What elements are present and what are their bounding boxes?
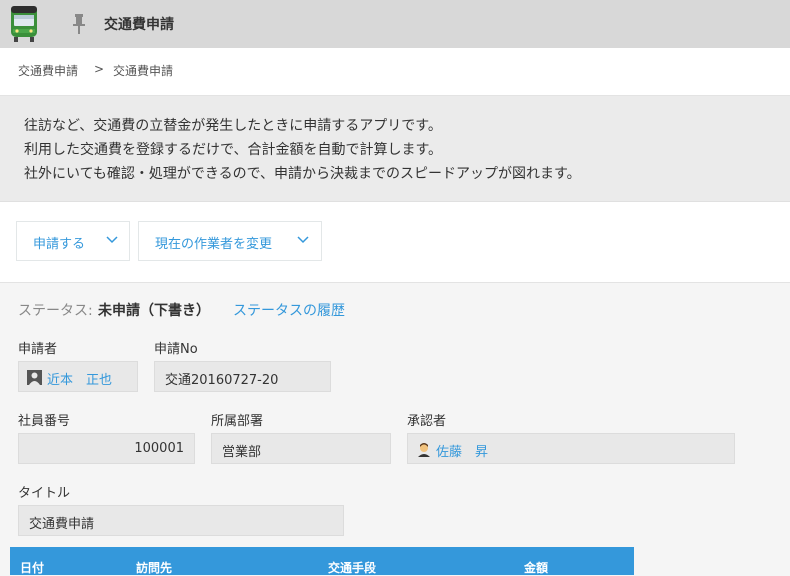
column-header-destination: 訪問先: [136, 561, 173, 575]
application-no-value: 交通20160727-20: [165, 373, 279, 388]
breadcrumb-item-view[interactable]: 交通費申請: [113, 62, 173, 79]
description-line: 利用した交通費を登録するだけで、合計金額を自動で計算します。: [24, 142, 443, 158]
title-label: タイトル: [18, 486, 71, 501]
approver-field: 佐藤 昇: [407, 433, 735, 464]
status-value: 未申請（下書き）: [98, 303, 210, 319]
department-field: 営業部: [211, 433, 391, 464]
description-line: 社外にいても確認・処理ができるので、申請から決裁までのスピードアップが図れます。: [24, 166, 581, 182]
app-description: 往訪など、交通費の立替金が発生したときに申請するアプリです。 利用した交通費を登…: [0, 96, 790, 202]
breadcrumb-item-app[interactable]: 交通費申請: [18, 62, 78, 79]
approver-avatar-icon: [418, 443, 430, 457]
employee-no-value: 100001: [134, 441, 184, 456]
applicant-field: 近本 正也: [18, 361, 138, 392]
department-value: 営業部: [222, 445, 262, 460]
department-label: 所属部署: [211, 414, 264, 429]
approver-label: 承認者: [407, 414, 447, 429]
chevron-down-icon: [106, 236, 118, 244]
apply-button-label: 申請する: [33, 237, 86, 252]
apply-button[interactable]: 申請する: [16, 221, 130, 261]
app-header: 交通費申請: [0, 0, 790, 48]
breadcrumb: 交通費申請 > 交通費申請: [0, 48, 790, 96]
change-assignee-label: 現在の作業者を変更: [155, 237, 273, 252]
title-field: 交通費申請: [18, 505, 344, 536]
status-history-link[interactable]: ステータスの履歴: [233, 300, 345, 320]
status-label: ステータス:: [18, 303, 93, 319]
employee-no-label: 社員番号: [18, 414, 71, 429]
column-header-amount: 金額: [524, 561, 549, 575]
pin-icon[interactable]: [72, 13, 86, 35]
action-toolbar: 申請する 現在の作業者を変更: [0, 202, 790, 283]
breadcrumb-separator: >: [94, 62, 105, 76]
applicant-user-link[interactable]: 近本 正也: [47, 369, 112, 388]
change-assignee-button[interactable]: 現在の作業者を変更: [138, 221, 322, 261]
application-no-field: 交通20160727-20: [154, 361, 331, 392]
train-icon: [11, 6, 37, 42]
expense-table-header: 日付 訪問先 交通手段 金額: [10, 547, 634, 575]
description-line: 往訪など、交通費の立替金が発生したときに申請するアプリです。: [24, 118, 442, 134]
app-title: 交通費申請: [104, 17, 174, 33]
application-no-label: 申請No: [154, 342, 198, 357]
column-header-transport: 交通手段: [328, 561, 377, 575]
applicant-label: 申請者: [18, 342, 58, 357]
user-avatar-icon: [27, 370, 42, 385]
column-header-date: 日付: [20, 561, 45, 575]
approver-user-link[interactable]: 佐藤 昇: [436, 441, 488, 460]
title-value: 交通費申請: [29, 517, 95, 532]
employee-no-field: 100001: [18, 433, 195, 464]
chevron-down-icon: [297, 236, 309, 244]
